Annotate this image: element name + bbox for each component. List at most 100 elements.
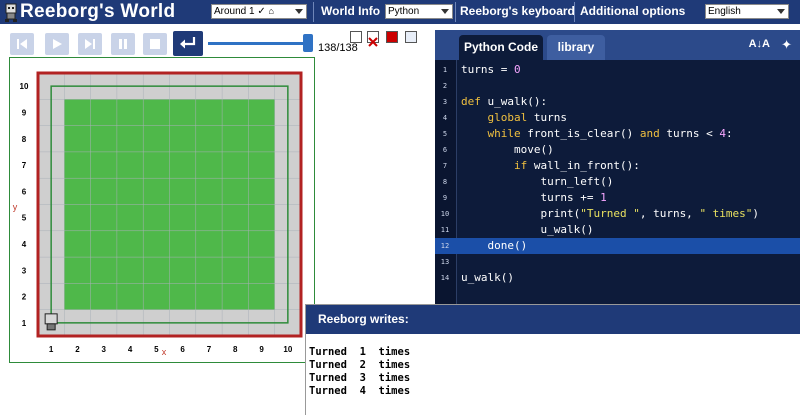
speed-slider[interactable]	[208, 34, 313, 52]
line-number: 14	[440, 274, 450, 282]
chevron-down-icon	[777, 9, 785, 14]
reeborg-keyboard-button[interactable]: Reeborg's keyboard	[460, 4, 575, 18]
code-line: 13	[435, 254, 800, 270]
y-tick-label: 4	[22, 240, 27, 249]
pause-button[interactable]	[111, 33, 135, 55]
stop-button[interactable]	[143, 33, 167, 55]
rewind-button[interactable]	[10, 33, 34, 55]
x-tick-label: 2	[75, 345, 80, 354]
output-line: Turned 2 times	[309, 359, 411, 371]
world-canvas[interactable]: 1 2 3 4 5 6 7 8 9 10 1 2 3 4 5 6 7 8 9 10 x y	[9, 57, 315, 363]
y-tick-label: 6	[22, 187, 27, 196]
tab-python-code[interactable]: Python Code	[459, 35, 543, 60]
x-tick-label: 1	[49, 345, 54, 354]
pin-icon[interactable]: ✦	[781, 38, 792, 53]
y-tick-label: 2	[22, 293, 27, 302]
code-text: u_walk()	[461, 271, 514, 284]
line-number: 1	[442, 66, 448, 74]
app-title: Reeborg's World	[20, 1, 176, 22]
line-number: 4	[442, 114, 448, 122]
divider	[574, 2, 575, 22]
robot-icon: ⌂	[268, 6, 274, 16]
x-tick-label: 10	[283, 345, 292, 354]
code-line: 2	[435, 78, 800, 94]
code-editor-panel: Python Code library A↓A ✦ 1 turns = 0 2 3 de…	[435, 30, 800, 305]
step-counter: 138/138	[318, 42, 358, 54]
y-tick-label: 7	[22, 161, 27, 170]
code-text: while front_is_clear() and turns < 4:	[487, 127, 733, 140]
code-line: 12 done()	[435, 238, 800, 254]
speed-slider-fill	[208, 42, 308, 45]
additional-options-button[interactable]: Additional options	[580, 4, 685, 18]
code-line: 4 global turns	[435, 110, 800, 126]
code-line: 10 print("Turned ", turns, " times")	[435, 206, 800, 222]
line-number: 5	[442, 130, 448, 138]
code-text: print("Turned ", turns, " times")	[461, 207, 760, 220]
notes-icon[interactable]	[405, 31, 417, 43]
code-text: turns = 0	[461, 63, 521, 76]
code-text: turn_left()	[461, 175, 614, 188]
divider	[313, 2, 314, 22]
code-line: 1 turns = 0	[435, 62, 800, 78]
y-tick-label: 1	[22, 319, 27, 328]
reload-button[interactable]	[173, 31, 203, 56]
step-button[interactable]	[78, 33, 102, 55]
divider	[455, 2, 456, 22]
output-panel: Reeborg writes: Turned 1 times Turned 2 t…	[305, 304, 800, 415]
x-tick-label: 4	[128, 345, 133, 354]
tab-library[interactable]: library	[547, 35, 605, 60]
line-number: 3	[442, 98, 448, 106]
x-tick-label: 7	[207, 345, 212, 354]
code-text: move()	[461, 143, 554, 156]
speed-slider-thumb[interactable]	[303, 34, 313, 52]
y-tick-label: 8	[22, 135, 27, 144]
return-icon	[180, 37, 196, 49]
code-line: 9 turns += 1	[435, 190, 800, 206]
x-tick-label: 3	[102, 345, 107, 354]
code-line: 3 def u_walk():	[435, 94, 800, 110]
robot-body	[46, 323, 56, 331]
clear-red-icon[interactable]	[367, 31, 379, 47]
world-info-button[interactable]: World Info	[321, 4, 380, 18]
step-forward-icon	[85, 39, 95, 49]
line-number: 7	[442, 162, 448, 170]
line-number: 2	[442, 82, 448, 90]
line-number: 10	[440, 210, 450, 218]
line-number: 12	[440, 242, 450, 250]
y-tick-label: 10	[20, 82, 29, 91]
x-tick-label: 6	[180, 345, 185, 354]
world-editor-icon[interactable]	[350, 31, 362, 43]
ui-language-select-value: English	[708, 6, 741, 17]
line-number: 13	[440, 258, 450, 266]
run-button[interactable]	[45, 33, 69, 55]
top-bar: Reeborg's World Around 1 ✓ ⌂ World Info …	[0, 0, 800, 24]
x-tick-label: 5	[154, 345, 159, 354]
pause-icon	[119, 39, 127, 49]
reeborg-logo-icon	[5, 3, 17, 22]
highlight-icon[interactable]	[386, 31, 398, 43]
code-area[interactable]: 1 turns = 0 2 3 def u_walk(): 4 global turns 5…	[435, 60, 800, 305]
language-select[interactable]: Python	[385, 4, 453, 19]
y-tick-label: 5	[22, 214, 27, 223]
code-line: 7 if wall_in_front():	[435, 158, 800, 174]
output-line: Turned 3 times	[309, 372, 411, 384]
code-line: 11 u_walk()	[435, 222, 800, 238]
chevron-down-icon	[441, 9, 449, 14]
code-text: u_walk()	[461, 223, 594, 236]
output-title: Reeborg writes:	[306, 305, 800, 334]
code-line: 5 while front_is_clear() and turns < 4:	[435, 126, 800, 142]
y-axis-label: y	[13, 202, 18, 212]
code-text: turns += 1	[461, 191, 607, 204]
code-line: 8 turn_left()	[435, 174, 800, 190]
chevron-down-icon	[295, 9, 303, 14]
editor-tab-strip: Python Code library A↓A ✦	[435, 30, 800, 60]
font-size-icon[interactable]: A↓A	[749, 38, 770, 50]
world-select[interactable]: Around 1 ✓ ⌂	[211, 4, 307, 19]
code-text: def u_walk():	[461, 95, 548, 108]
output-line: Turned 4 times	[309, 385, 411, 397]
ui-language-select[interactable]: English	[705, 4, 789, 19]
line-number: 6	[442, 146, 448, 154]
robot-icon	[44, 313, 58, 325]
code-text: global turns	[487, 111, 568, 124]
line-number: 8	[442, 178, 448, 186]
